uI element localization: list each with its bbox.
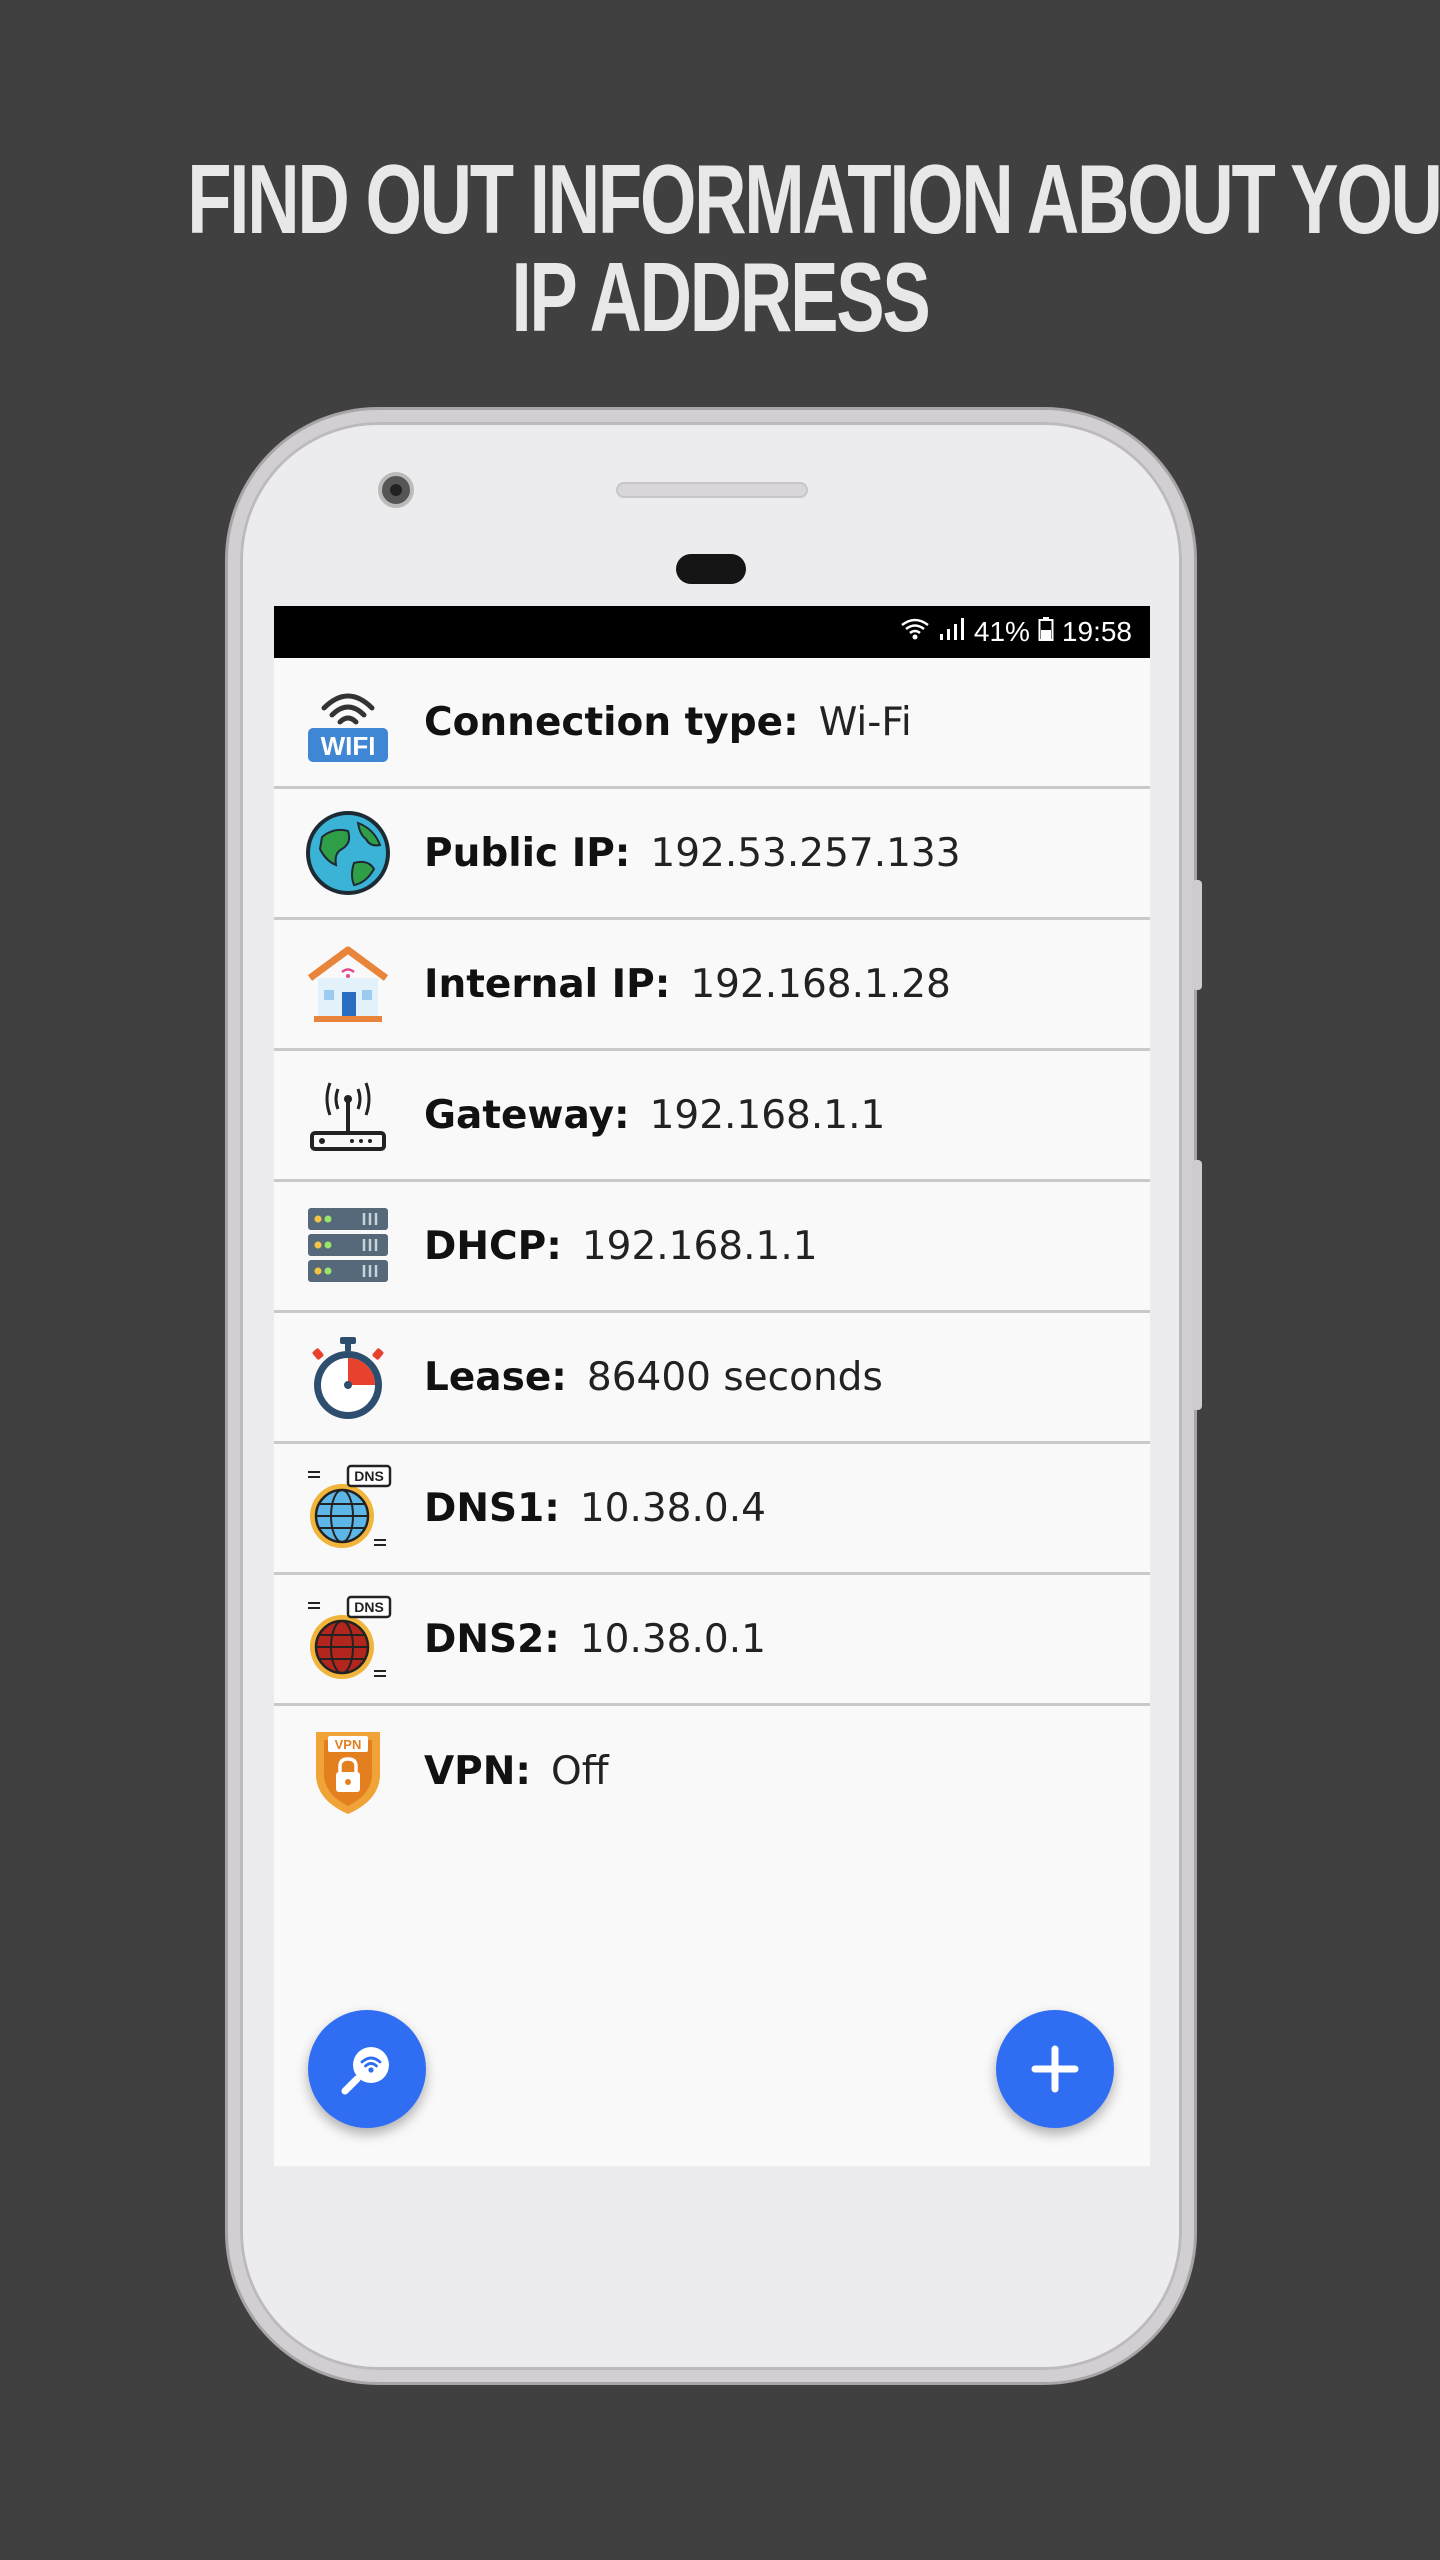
row-value: 10.38.0.4 — [579, 1485, 766, 1531]
wifi-icon: WIFI — [304, 678, 392, 766]
headline: FIND OUT INFORMATION ABOUT YOUR IP ADDRE… — [0, 150, 1440, 346]
front-camera — [378, 472, 414, 508]
row-label: Public IP: — [424, 830, 631, 876]
plus-icon — [1031, 2045, 1079, 2093]
list-item-lease[interactable]: Lease: 86400 seconds — [274, 1313, 1150, 1444]
row-value: 10.38.0.1 — [579, 1616, 766, 1662]
list-item-public-ip[interactable]: Public IP: 192.53.257.133 — [274, 789, 1150, 920]
row-value: 192.53.257.133 — [650, 830, 961, 876]
house-icon — [304, 940, 392, 1028]
svg-text:DNS: DNS — [354, 1599, 384, 1615]
scan-network-button[interactable] — [308, 2010, 426, 2128]
list-item-gateway[interactable]: Gateway: 192.168.1.1 — [274, 1051, 1150, 1182]
router-icon — [304, 1071, 392, 1159]
row-value: 86400 seconds — [586, 1354, 883, 1400]
wifi-status-icon — [900, 616, 930, 648]
row-label: Internal IP: — [424, 961, 671, 1007]
battery-icon — [1038, 616, 1054, 648]
svg-text:VPN: VPN — [335, 1737, 362, 1752]
battery-percent: 41% — [973, 616, 1030, 647]
row-value: 192.168.1.1 — [649, 1092, 886, 1138]
list-item-dhcp[interactable]: DHCP: 192.168.1.1 — [274, 1182, 1150, 1313]
dns-globe-red-icon: DNS — [304, 1595, 392, 1683]
row-label: DNS1: — [424, 1485, 560, 1531]
list-item-dns1[interactable]: DNS DNS1: 10.38.0.4 — [274, 1444, 1150, 1575]
cell-signal-icon — [938, 616, 966, 648]
add-button[interactable] — [996, 2010, 1114, 2128]
headline-line-1: FIND OUT INFORMATION ABOUT YOUR — [187, 144, 1440, 254]
proximity-sensor — [676, 554, 746, 584]
phone-side-button-top — [1192, 880, 1202, 990]
row-value: Wi-Fi — [818, 699, 912, 745]
headline-line-2: IP ADDRESS — [511, 242, 930, 352]
row-label: DHCP: — [424, 1223, 562, 1269]
phone-side-button-bottom — [1192, 1160, 1202, 1410]
row-label: VPN: — [424, 1749, 532, 1794]
status-time: 19:58 — [1061, 616, 1132, 647]
row-label: Gateway: — [424, 1092, 630, 1138]
row-value: 192.168.1.1 — [581, 1223, 818, 1269]
stopwatch-icon — [304, 1333, 392, 1421]
wifi-search-icon — [341, 2047, 389, 2095]
earpiece-speaker — [616, 482, 808, 498]
globe-icon — [304, 809, 392, 897]
list-item-dns2[interactable]: DNS DNS2: 10.38.0.1 — [274, 1575, 1150, 1706]
server-icon — [304, 1202, 392, 1290]
phone-screen: 41% 19:58 WIFI Connection type: Wi-Fi Pu… — [274, 606, 1150, 2166]
row-label: Lease: — [424, 1354, 567, 1400]
row-value: 192.168.1.28 — [690, 961, 951, 1007]
status-bar: 41% 19:58 — [274, 606, 1150, 658]
svg-text:WIFI: WIFI — [321, 731, 376, 761]
svg-text:DNS: DNS — [354, 1468, 384, 1484]
row-label: DNS2: — [424, 1616, 560, 1662]
list-item-internal-ip[interactable]: Internal IP: 192.168.1.28 — [274, 920, 1150, 1051]
list-item-vpn[interactable]: VPN VPN: Off — [274, 1706, 1150, 1837]
list-item-connection-type[interactable]: WIFI Connection type: Wi-Fi — [274, 658, 1150, 789]
row-value: Off — [551, 1749, 609, 1794]
row-label: Connection type: — [424, 699, 799, 745]
vpn-shield-icon: VPN — [304, 1728, 392, 1816]
dns-globe-blue-icon: DNS — [304, 1464, 392, 1552]
